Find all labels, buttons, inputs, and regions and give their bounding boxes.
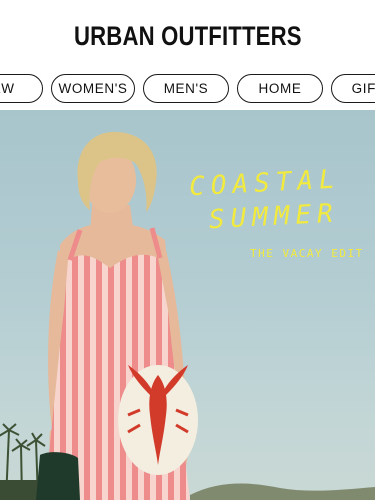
lobster-patch [118,365,198,475]
hero-banner[interactable]: COASTAL SUMMER THE VACAY EDIT [0,110,375,500]
hero-title: COASTAL SUMMER [188,160,375,238]
nav-pill-home[interactable]: HOME [237,74,323,103]
category-nav-track: NEW WOMEN'S MEN'S HOME GIFTS [0,74,375,103]
green-bag [36,452,80,500]
site-header: URBAN OUTFITTERS [0,0,375,70]
hero-subtitle: THE VACAY EDIT [250,247,364,260]
nav-pill-new[interactable]: NEW [0,74,43,103]
nav-pill-womens[interactable]: WOMEN'S [51,74,135,103]
hills-shape [190,483,375,500]
nav-pill-mens[interactable]: MEN'S [143,74,229,103]
brand-logo[interactable]: URBAN OUTFITTERS [74,21,302,52]
category-nav: NEW WOMEN'S MEN'S HOME GIFTS [0,70,375,110]
nav-pill-gifts[interactable]: GIFTS [331,74,375,103]
